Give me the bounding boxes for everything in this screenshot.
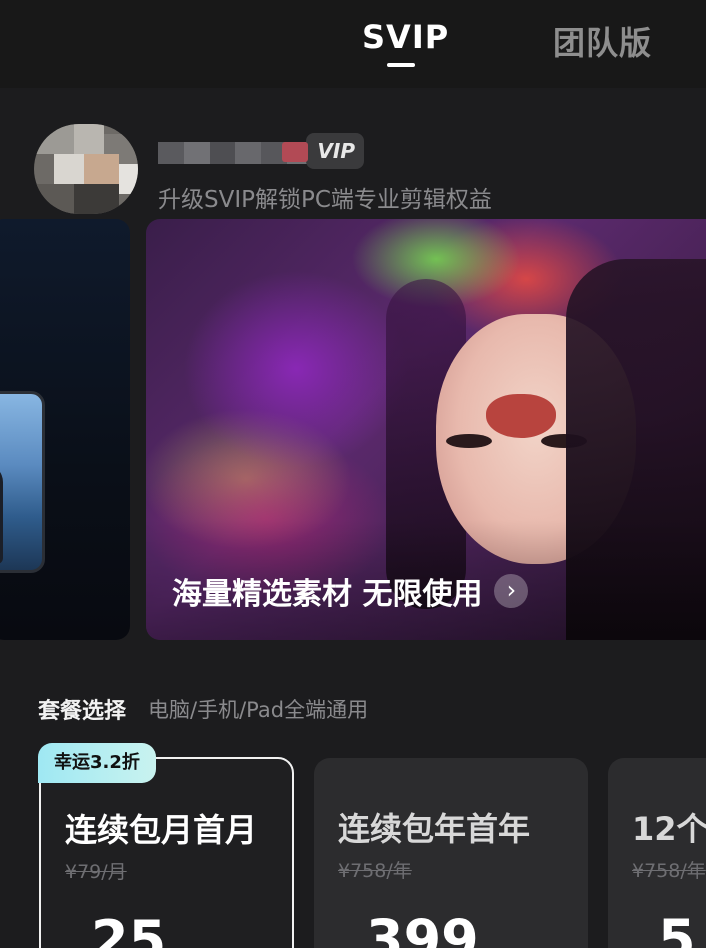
page: SVIP 团队版 VIP 升级SVIP解锁PC端专业剪辑权益 海量精选素材 无限… xyxy=(0,0,706,948)
package-price: 399 xyxy=(366,908,479,948)
package-card-yearly[interactable]: 连续包年首年 ¥758/年 399 xyxy=(314,758,588,948)
vip-level-mark xyxy=(282,142,308,162)
profile-subtitle: 升级SVIP解锁PC端专业剪辑权益 xyxy=(158,187,492,213)
package-section-subtitle: 电脑/手机/Pad全端通用 xyxy=(148,698,369,722)
banner-current-slide[interactable]: 海量精选素材 无限使用 › xyxy=(146,219,706,640)
package-card-monthly[interactable]: 连续包月首月 ¥79/月 25 xyxy=(39,757,294,948)
person-silhouette xyxy=(0,464,3,564)
top-tab-bar: SVIP 团队版 xyxy=(0,0,706,88)
active-tab-indicator xyxy=(387,63,415,67)
phone-mockup-image xyxy=(0,391,45,573)
package-name: 连续包月首月 xyxy=(65,811,258,849)
avatar[interactable] xyxy=(34,124,138,214)
banner-caption-text: 海量精选素材 无限使用 xyxy=(172,577,483,612)
discount-badge: 幸运3.2折 xyxy=(38,743,156,783)
vip-badge: VIP xyxy=(282,133,364,169)
banner-image-lips xyxy=(486,394,556,438)
package-name: 12个 xyxy=(632,810,706,848)
tab-svip[interactable]: SVIP xyxy=(362,18,449,56)
banner-image-eye-left xyxy=(446,434,492,448)
package-name: 连续包年首年 xyxy=(338,810,531,848)
tab-team-edition[interactable]: 团队版 xyxy=(553,18,652,64)
package-section-title: 套餐选择 xyxy=(38,699,127,724)
package-original-price: ¥758/年 xyxy=(632,860,706,882)
package-card-12-month[interactable]: 12个 ¥758/年 5 xyxy=(608,758,706,948)
banner-previous-slide[interactable] xyxy=(0,219,130,640)
chevron-right-icon[interactable]: › xyxy=(494,574,529,608)
package-original-price: ¥758/年 xyxy=(338,860,412,882)
banner-caption[interactable]: 海量精选素材 无限使用 › xyxy=(172,569,529,613)
package-price: 5 xyxy=(658,908,696,948)
package-original-price: ¥79/月 xyxy=(65,861,127,883)
package-price: 25 xyxy=(91,909,167,948)
